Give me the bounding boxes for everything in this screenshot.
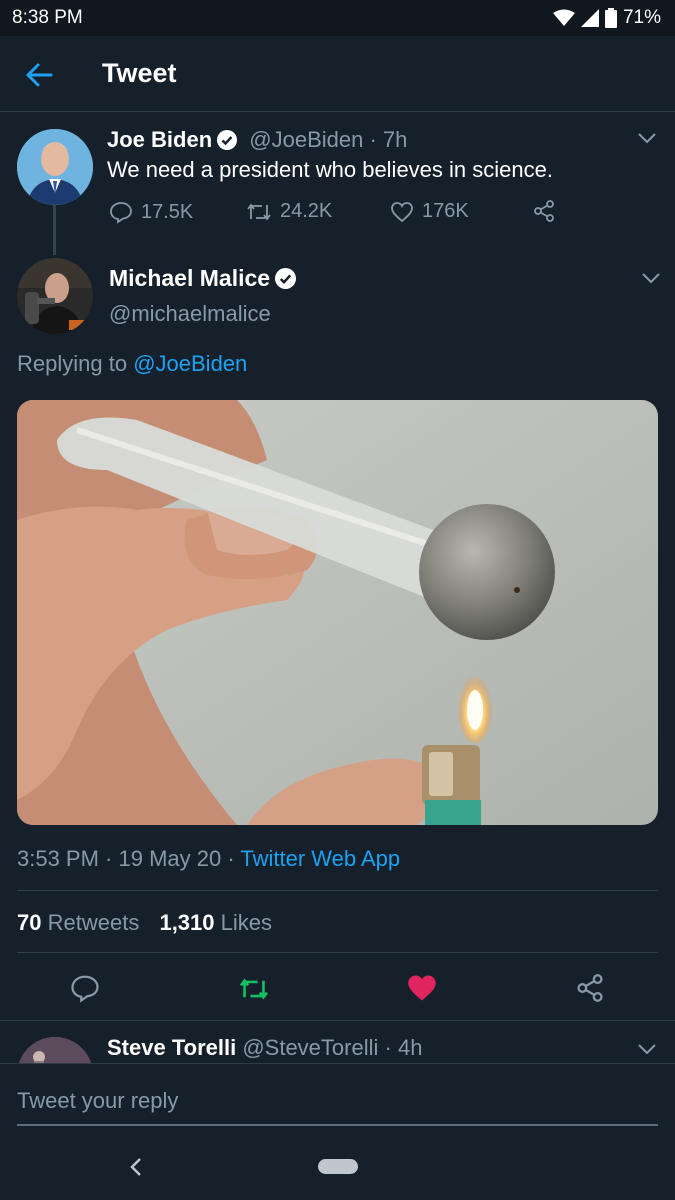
reply-author-row: Steve Torelli @SteveTorelli · 4h [107,1035,422,1061]
reply-author-name[interactable]: Steve Torelli [107,1035,236,1060]
divider [17,952,658,953]
divider [17,890,658,891]
avatar-steve-torelli[interactable] [17,1037,93,1063]
reply-button-icon[interactable] [70,973,100,1003]
like-count-button[interactable]: 176K [390,200,469,223]
back-arrow-icon[interactable] [24,60,54,90]
heart-outline-icon [391,201,413,222]
reply-input-underline [17,1124,658,1126]
status-bar: 8:38 PM 71% [0,0,675,36]
thread-connector-line [53,205,56,255]
retweet-icon [247,203,271,220]
retweet-active-icon[interactable] [238,976,270,1002]
system-back-icon[interactable] [129,1157,143,1177]
avatar-image [17,1037,93,1063]
retweet-total: 70 [17,910,42,935]
avatar-michael-malice[interactable] [17,258,93,334]
top-app-bar: Tweet [0,36,675,112]
reply-count: 17.5K [141,200,194,223]
avatar-joe-biden[interactable] [17,129,93,205]
replying-to-handle[interactable]: @JoeBiden [133,351,247,376]
glass-pipe-lighter-photo [17,400,658,825]
reply-count-button[interactable]: 17.5K [109,200,193,224]
parent-tweet-text: We need a president who believes in scie… [107,157,553,182]
verified-badge-icon [217,130,238,150]
replying-to-line: Replying to @JoeBiden [17,351,247,377]
system-navigation-bar [0,1133,675,1200]
avatar-image [17,129,93,205]
parent-author-name[interactable]: Joe Biden [107,127,212,152]
reply-author-handle[interactable]: @SteveTorelli [242,1035,378,1060]
status-time: 8:38 PM [12,7,83,28]
share-button[interactable] [533,200,555,222]
avatar-image [17,258,93,334]
share-icon [534,200,554,222]
likes-stat[interactable]: 1,310 Likes [159,910,272,935]
tweet-source-link[interactable]: Twitter Web App [240,846,400,871]
reply-icon [110,202,132,224]
home-pill[interactable] [318,1159,358,1174]
retweet-count: 24.2K [280,200,333,222]
retweets-stat[interactable]: 70 Retweets [17,910,145,935]
chevron-down-icon[interactable] [637,1042,657,1056]
tweet-stats-row: 70 Retweets 1,310 Likes [17,910,272,936]
share-button-icon[interactable] [576,974,604,1002]
main-author-row: Michael Malice [109,265,297,292]
like-total: 1,310 [159,910,215,935]
battery-icon [604,8,617,28]
reply-age: · 4h [384,1035,423,1060]
replying-to-label: Replying to [17,351,128,376]
heart-filled-icon[interactable] [407,974,437,1002]
chevron-down-icon[interactable] [641,271,661,285]
reply-input-placeholder[interactable]: Tweet your reply [17,1088,178,1114]
main-author-handle[interactable]: @michaelmalice [109,301,271,327]
reply-composer[interactable]: Tweet your reply [0,1063,675,1133]
status-icons: 71% [552,7,661,29]
like-count: 176K [422,200,469,222]
parent-tweet-header: Joe Biden @JoeBiden · 7h [107,127,407,153]
retweet-count-button[interactable]: 24.2K [246,200,332,223]
tweet-timestamp-row: 3:53 PM · 19 May 20 · Twitter Web App [17,846,400,872]
page-title: Tweet [102,58,177,88]
tweet-timestamp: 3:53 PM · 19 May 20 · [17,846,235,871]
parent-tweet-age: · 7h [369,127,408,152]
tweet-media-image[interactable] [17,400,658,825]
parent-author-handle[interactable]: @JoeBiden [249,127,363,152]
battery-percent: 71% [622,7,661,28]
signal-icon [580,9,599,27]
retweet-label: Retweets [47,910,140,935]
main-author-name[interactable]: Michael Malice [109,265,270,291]
chevron-down-icon[interactable] [637,131,657,145]
wifi-icon [552,9,575,26]
reply-preview[interactable]: Steve Torelli @SteveTorelli · 4h [0,1021,675,1063]
like-label: Likes [220,910,272,935]
verified-badge-icon [275,268,297,289]
